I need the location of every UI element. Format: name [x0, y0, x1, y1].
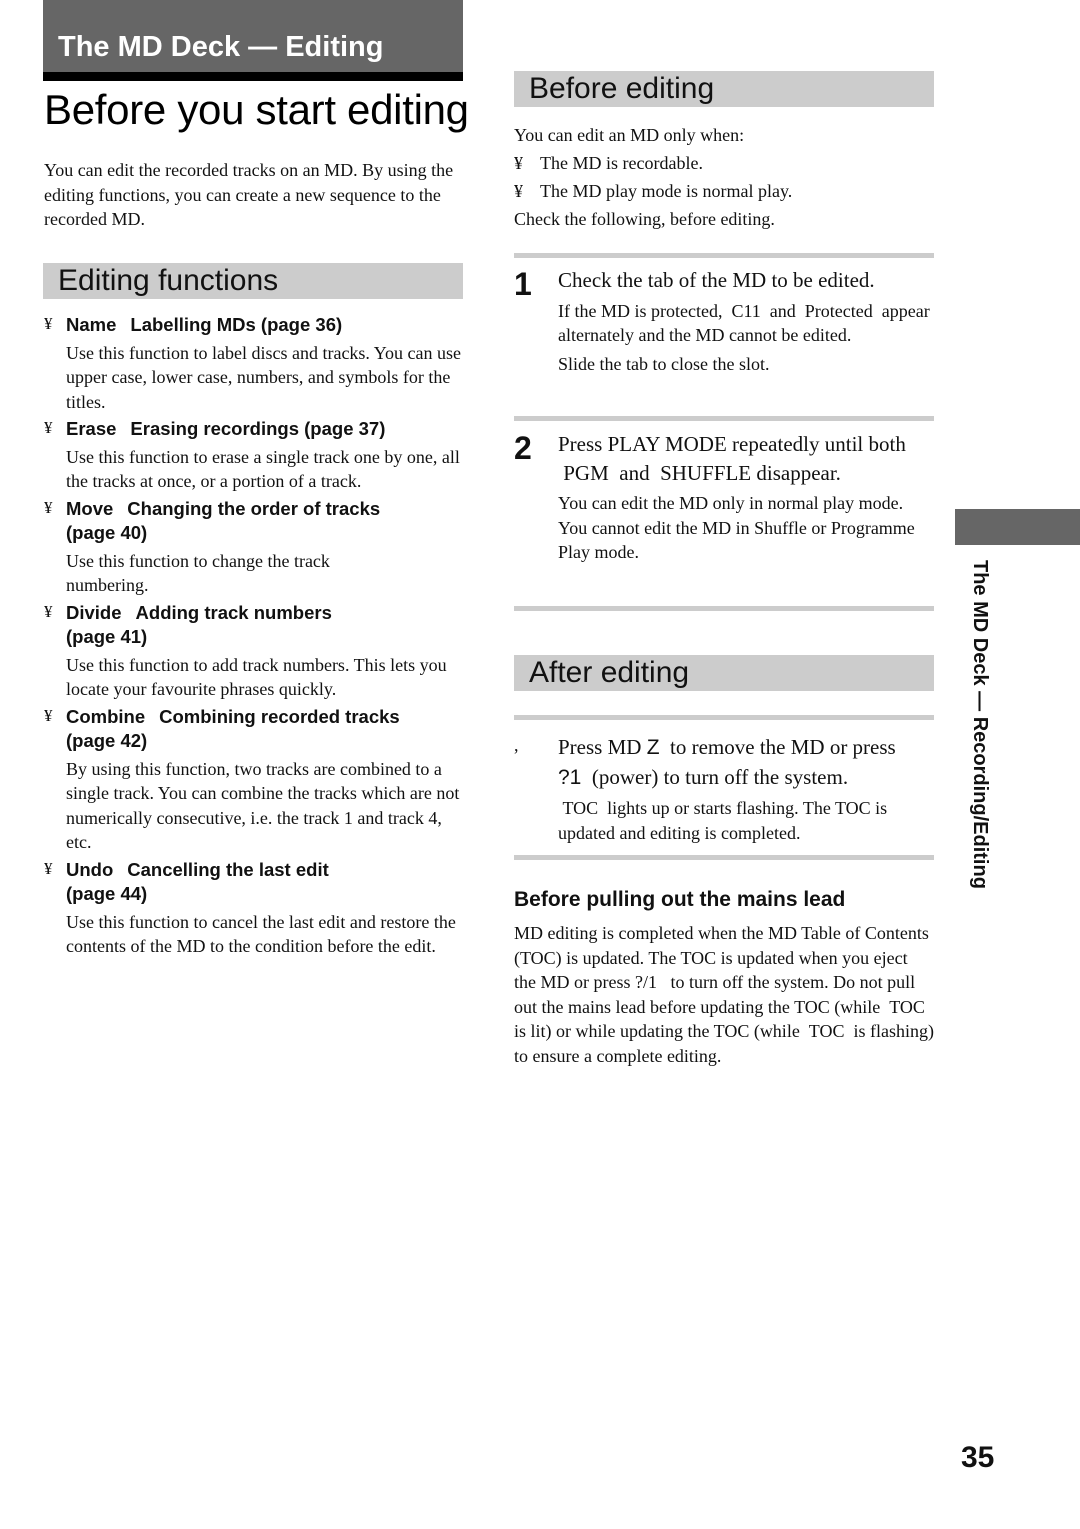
- section-heading: Editing functions: [58, 264, 279, 297]
- condition-item: ¥ The MD play mode is normal play.: [514, 177, 934, 205]
- bullet-icon: ¥: [44, 601, 53, 621]
- step-note: TOC lights up or starts flashing. The TO…: [558, 798, 888, 843]
- function-name: Combine: [66, 705, 146, 727]
- step-note: Slide the tab to close the slot.: [558, 353, 770, 374]
- divider: [514, 253, 934, 258]
- after-editing-step: , Press MD Z to remove the MD or press ?1…: [514, 733, 934, 845]
- step-2: 2 Press PLAY MODE repeatedly until both …: [514, 430, 934, 565]
- section-heading: Before editing: [529, 72, 715, 105]
- condition-item: ¥ The MD is recordable.: [514, 149, 934, 177]
- section-before-editing: Before editing: [514, 71, 934, 107]
- step-number: 2: [514, 430, 532, 466]
- function-description: Use this function to cancel the last edi…: [66, 911, 456, 957]
- function-name: Erase: [66, 418, 117, 439]
- bullet-icon: ¥: [514, 153, 523, 173]
- divider: [514, 416, 934, 421]
- page-title: Before you start editing: [44, 86, 469, 133]
- editing-functions-list: ¥ Name Labelling MDs (page 36) Use this f…: [44, 313, 464, 962]
- function-item-name: ¥ Name Labelling MDs (page 36) Use this f…: [44, 313, 464, 414]
- bullet-icon: ¥: [44, 314, 53, 333]
- function-item-divide: ¥ Divide Adding track numbers (page 41) U…: [44, 601, 464, 702]
- function-description: Use this function to label discs and tra…: [66, 342, 461, 412]
- divider: [514, 606, 934, 611]
- mains-lead-body: MD editing is completed when the MD Tabl…: [514, 923, 934, 1066]
- function-description: Use this function to add track numbers. …: [66, 654, 447, 700]
- chapter-title: The MD Deck — Editing: [58, 31, 384, 63]
- intro-paragraph: You can edit the recorded tracks on an M…: [44, 160, 454, 229]
- function-item-combine: ¥ Combine Combining recorded tracks (page…: [44, 705, 464, 855]
- divider: [514, 715, 934, 720]
- function-item-undo: ¥ Undo Cancelling the last edit (page 44)…: [44, 858, 464, 959]
- step-instruction: Press PLAY MODE repeatedly until both PG…: [558, 432, 906, 485]
- bullet-icon: ¥: [44, 858, 53, 878]
- step-instruction: Press MD Z to remove the MD or press ?1 (…: [558, 735, 896, 789]
- step-instruction: Check the tab of the MD to be edited.: [558, 268, 875, 292]
- conditions-lead: You can edit an MD only when:: [514, 125, 745, 145]
- mains-lead-heading: Before pulling out the mains lead: [514, 888, 846, 911]
- function-item-move: ¥ Move Changing the order of tracks (page…: [44, 497, 464, 598]
- function-item-erase: ¥ Erase Erasing recordings (page 37) Use …: [44, 417, 464, 494]
- before-editing-conditions: You can edit an MD only when: ¥ The MD is…: [514, 121, 934, 233]
- function-name: Move: [66, 497, 114, 519]
- function-name: Name: [66, 314, 117, 335]
- function-description: Use this function to erase a single trac…: [66, 446, 460, 492]
- step-number: 1: [514, 266, 532, 302]
- section-heading: After editing: [529, 656, 690, 689]
- side-tab-block: [955, 509, 1080, 545]
- side-tab-label: The MD Deck — Recording/Editing: [969, 560, 991, 889]
- function-description: Use this function to change the track nu…: [66, 550, 330, 596]
- bullet-icon: ¥: [44, 497, 53, 517]
- step-1: 1 Check the tab of the MD to be edited. …: [514, 266, 934, 376]
- divider: [514, 855, 934, 860]
- bullet-icon: ¥: [514, 181, 523, 201]
- function-description: By using this function, two tracks are c…: [66, 758, 460, 853]
- power-icon: ?1: [558, 765, 582, 789]
- function-name: Undo: [66, 858, 114, 880]
- function-title: Erasing recordings (page 37): [130, 418, 386, 439]
- step-marker-icon: ,: [514, 735, 519, 755]
- chapter-rule: [43, 72, 463, 81]
- conditions-follow: Check the following, before editing.: [514, 209, 775, 229]
- eject-icon: Z: [646, 736, 660, 759]
- page-number: 35: [961, 1441, 995, 1474]
- section-editing-functions: Editing functions: [43, 263, 463, 299]
- step-note: You can edit the MD only in normal play …: [558, 493, 915, 562]
- bullet-icon: ¥: [44, 705, 53, 725]
- function-title: Labelling MDs (page 36): [130, 314, 343, 335]
- step-note: If the MD is protected, C11 and Protecte…: [558, 300, 930, 346]
- function-name: Divide: [66, 601, 122, 623]
- bullet-icon: ¥: [44, 418, 53, 437]
- section-after-editing: After editing: [514, 655, 934, 691]
